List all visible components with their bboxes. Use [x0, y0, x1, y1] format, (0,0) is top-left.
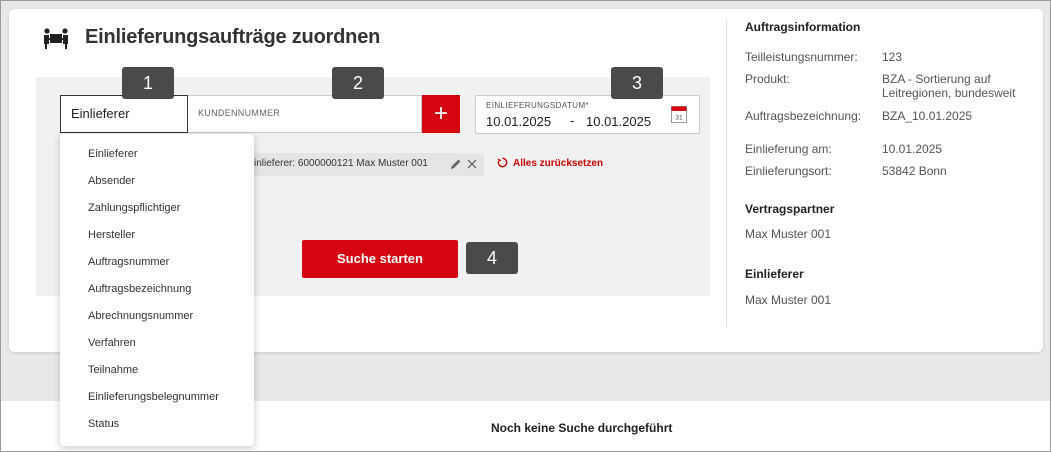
calendar-icon[interactable]: 31 [671, 106, 687, 123]
dropdown-option-auftragsbezeichnung[interactable]: Auftragsbezeichnung [60, 276, 254, 303]
add-button[interactable]: + [422, 95, 460, 133]
step-badge-3: 3 [611, 67, 663, 99]
step-badge-2: 2 [332, 67, 384, 99]
vertragspartner-heading: Vertragspartner [745, 202, 835, 216]
search-type-select[interactable]: Einlieferer [60, 95, 188, 133]
reset-icon [497, 157, 508, 168]
info-value-produkt: BZA - Sortierung auf [882, 72, 991, 86]
einlieferer-heading: Einlieferer [745, 267, 804, 281]
kundennummer-input[interactable]: KUNDENNUMMER [188, 95, 422, 133]
people-carrying-box-icon [44, 28, 68, 49]
info-label-auftragsbezeichnung: Auftragsbezeichnung: [745, 109, 862, 123]
info-label-einlieferung-am: Einlieferung am: [745, 142, 832, 156]
filter-chip-text: inlieferer: 6000000121 Max Muster 001 [254, 158, 428, 169]
info-heading: Auftragsinformation [745, 20, 861, 34]
dropdown-option-status[interactable]: Status [60, 411, 254, 438]
date-from[interactable]: 10.01.2025 [486, 114, 551, 129]
info-label-einlieferungsort: Einlieferungsort: [745, 164, 832, 178]
info-value-teilleistungsnummer: 123 [882, 50, 903, 64]
search-type-dropdown: Einlieferer Absender Zahlungspflichtiger… [60, 134, 254, 446]
reset-all-link[interactable]: Alles zurücksetzen [497, 157, 603, 169]
filter-chip: inlieferer: 6000000121 Max Muster 001 [244, 153, 484, 176]
dropdown-option-auftragsnummer[interactable]: Auftragsnummer [60, 249, 254, 276]
info-value-einlieferung-am: 10.01.2025 [882, 142, 943, 156]
date-separator: - [570, 113, 575, 128]
dropdown-option-abrechnungsnummer[interactable]: Abrechnungsnummer [60, 303, 254, 330]
panel-divider [726, 20, 727, 327]
dropdown-option-zahlungspflichtiger[interactable]: Zahlungspflichtiger [60, 195, 254, 222]
date-to[interactable]: 10.01.2025 [586, 114, 651, 129]
date-label: EINLIEFERUNGSDATUM* [486, 101, 590, 110]
date-range-field[interactable]: EINLIEFERUNGSDATUM* 10.01.2025 - 10.01.2… [475, 95, 700, 134]
start-search-button[interactable]: Suche starten [302, 240, 458, 278]
info-value-einlieferungsort: 53842 Bonn [882, 164, 947, 178]
svg-text:31: 31 [675, 115, 683, 122]
dropdown-option-hersteller[interactable]: Hersteller [60, 222, 254, 249]
dropdown-option-absender[interactable]: Absender [60, 168, 254, 195]
reset-label: Alles zurücksetzen [513, 158, 604, 169]
einlieferer-name: Max Muster 001 [745, 293, 832, 307]
step-badge-1: 1 [122, 67, 174, 99]
dropdown-option-verfahren[interactable]: Verfahren [60, 330, 254, 357]
dropdown-option-einlieferungsbelegnummer[interactable]: Einlieferungsbelegnummer [60, 384, 254, 411]
page-title: Einlieferungsaufträge zuordnen [85, 26, 381, 48]
close-icon[interactable] [466, 158, 478, 170]
info-value-auftragsbezeichnung: BZA_10.01.2025 [882, 109, 973, 123]
step-badge-4: 4 [466, 242, 518, 274]
dropdown-option-teilnahme[interactable]: Teilnahme [60, 357, 254, 384]
info-label-produkt: Produkt: [745, 72, 790, 86]
info-label-teilleistungsnummer: Teilleistungsnummer: [745, 50, 858, 64]
info-value-produkt-line2: Leitregionen, bundesweit [882, 86, 1016, 100]
dropdown-option-einlieferer[interactable]: Einlieferer [60, 141, 254, 168]
pencil-icon[interactable] [450, 158, 462, 170]
vertragspartner-name: Max Muster 001 [745, 227, 832, 241]
